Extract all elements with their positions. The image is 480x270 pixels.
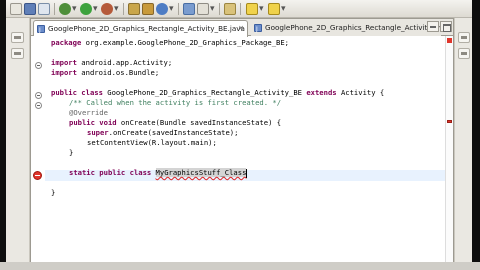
toolbar-separator (123, 3, 124, 15)
package-explorer-icon[interactable] (11, 48, 24, 59)
new-class-icon[interactable] (156, 3, 168, 15)
chevron-down-icon[interactable]: ▾ (114, 3, 119, 15)
bottom-edge (0, 262, 480, 270)
editor-gutter (31, 36, 45, 269)
new-package-icon[interactable] (142, 3, 154, 15)
print-icon[interactable] (38, 3, 50, 15)
comment: /** Called when the activity is first cr… (69, 98, 282, 107)
fold-toggle-icon[interactable] (35, 102, 42, 109)
code-text: Activity { (336, 88, 385, 97)
code-text: org.example.GooglePhone_2D_Graphics_Pack… (81, 38, 290, 47)
keyword: super (87, 128, 109, 137)
error-highlight[interactable]: MyGraphicsStuff_Class (155, 168, 247, 177)
minimize-icon[interactable] (427, 21, 439, 32)
keyword: static public class (69, 168, 152, 177)
tab-activity-be[interactable]: GooglePhone_2D_Graphics_Rectangle_Activi… (33, 20, 248, 38)
restore-view-icon[interactable] (11, 32, 24, 43)
run-icon[interactable] (80, 3, 92, 15)
fold-toggle-icon[interactable] (35, 62, 42, 69)
code-line: static public class MyGraphicsStuff_Clas… (69, 168, 248, 178)
text-caret (246, 168, 248, 178)
chevron-down-icon[interactable]: ▾ (259, 3, 264, 15)
code-text: android.os.Bundle; (76, 68, 160, 77)
chevron-down-icon[interactable]: ▾ (169, 3, 174, 15)
chevron-down-icon[interactable]: ▾ (93, 3, 98, 15)
keyword: import (51, 68, 77, 77)
chevron-down-icon[interactable]: ▾ (281, 3, 286, 15)
toolbar-separator (178, 3, 179, 15)
code-line: package org.example.GooglePhone_2D_Graph… (51, 38, 289, 48)
tab-label: GooglePhone_2D_Graphics_Rectangle_Activi… (48, 24, 245, 33)
maximize-icon[interactable] (440, 21, 452, 32)
editor-tab-strip: GooglePhone_2D_Graphics_Rectangle_Activi… (31, 19, 453, 38)
annotation: @Override (69, 108, 108, 117)
code-line: super.onCreate(savedInstanceState); (87, 128, 238, 138)
code-text: onCreate(Bundle savedInstanceState) { (116, 118, 282, 127)
keyword: package (51, 38, 82, 47)
code-line: import android.app.Activity; (51, 58, 172, 68)
open-type-icon[interactable] (183, 3, 195, 15)
new-icon[interactable] (10, 3, 22, 15)
code-text: .onCreate(savedInstanceState); (108, 128, 239, 137)
code-text: setContentView(R.layout.main); (87, 138, 217, 147)
code-line: setContentView(R.layout.main); (87, 138, 217, 148)
code-text: } (51, 188, 56, 197)
left-trim-stack (6, 18, 30, 270)
external-tools-icon[interactable] (101, 3, 113, 15)
code-line: public class GooglePhone_2D_Graphics_Rec… (51, 88, 384, 98)
keyword: public class (51, 88, 103, 97)
pencil-icon[interactable] (224, 3, 236, 15)
error-summary-icon[interactable] (447, 38, 452, 43)
outline-view-icon[interactable] (458, 48, 470, 59)
overview-ruler[interactable] (445, 36, 453, 269)
error-marker-icon[interactable] (33, 171, 42, 180)
code-line: } (69, 148, 73, 158)
code-line: } (51, 188, 55, 198)
new-java-project-icon[interactable] (128, 3, 140, 15)
toolbar-separator (240, 3, 241, 15)
keyword: public void (69, 118, 117, 127)
tab-label: GooglePhone_2D_Graphics_Rectangle_Activi… (265, 23, 448, 32)
code-text: android.app.Activity; (76, 58, 173, 67)
code-line: @Override (69, 108, 108, 118)
back-icon[interactable] (246, 3, 258, 15)
code-text: GooglePhone_2D_Graphics_Rectangle_Activi… (102, 88, 307, 97)
search-icon[interactable] (197, 3, 209, 15)
video-letterbox-right (472, 0, 480, 270)
code-line: import android.os.Bundle; (51, 68, 159, 78)
chevron-down-icon[interactable]: ▾ (210, 3, 215, 15)
save-icon[interactable] (24, 3, 36, 15)
tab-activity[interactable]: GooglePhone_2D_Graphics_Rectangle_Activi… (251, 20, 448, 37)
java-file-icon (37, 23, 45, 38)
fold-toggle-icon[interactable] (35, 92, 42, 99)
right-trim-stack (454, 18, 472, 270)
keyword: import (51, 58, 77, 67)
main-toolbar: ▾ ▾ ▾ ▾ ▾ ▾ ▾ (6, 0, 472, 18)
code-line: public void onCreate(Bundle savedInstanc… (69, 118, 281, 128)
java-editor[interactable]: GooglePhone_2D_Graphics_Rectangle_Activi… (30, 18, 454, 270)
code-line: /** Called when the activity is first cr… (69, 98, 281, 108)
restore-view-icon[interactable] (458, 32, 470, 43)
eclipse-window: ▾ ▾ ▾ ▾ ▾ ▾ ▾ GooglePhone_2D_Graphics_Re… (6, 0, 472, 270)
code-text: } (69, 148, 74, 157)
keyword: extends (306, 88, 337, 97)
forward-icon[interactable] (268, 3, 280, 15)
ruler-error-mark[interactable] (447, 120, 452, 123)
toolbar-separator (219, 3, 220, 15)
close-icon[interactable]: × (238, 21, 244, 36)
debug-icon[interactable] (59, 3, 71, 15)
toolbar-separator (54, 3, 55, 15)
chevron-down-icon[interactable]: ▾ (72, 3, 77, 15)
java-file-icon (254, 22, 262, 37)
